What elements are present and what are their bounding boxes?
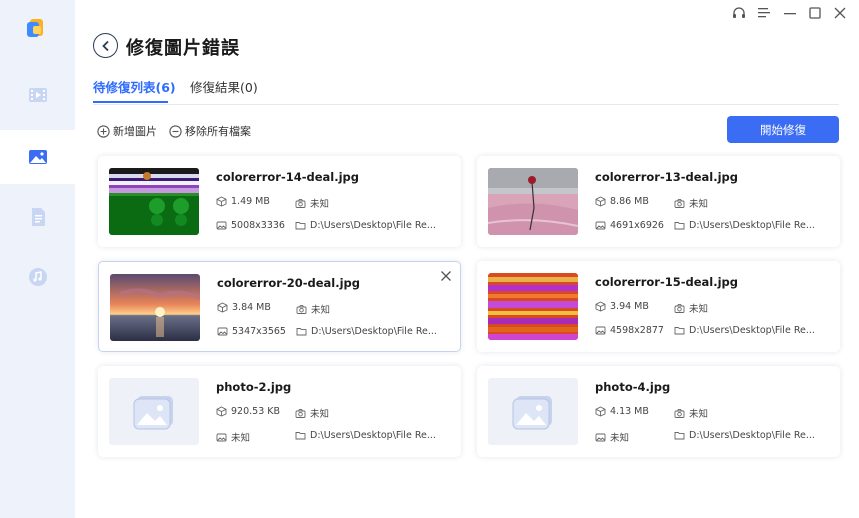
file-dimensions: 5347x3565 xyxy=(217,326,286,337)
file-dimensions: 4691x6926 xyxy=(595,220,664,231)
folder-icon xyxy=(674,327,685,335)
picture-icon xyxy=(217,327,228,336)
image-placeholder-icon xyxy=(133,395,173,429)
file-card[interactable]: colorerror-13-deal.jpg 8.86 MB 未知 4691x6… xyxy=(477,156,840,247)
remove-all-files-button[interactable]: 移除所有檔案 xyxy=(169,124,251,138)
camera-icon xyxy=(295,198,306,208)
file-thumbnail xyxy=(488,168,578,235)
start-repair-button[interactable]: 開始修復 xyxy=(727,116,839,143)
file-thumbnail xyxy=(110,274,200,341)
sidebar-item-image[interactable] xyxy=(0,130,75,184)
folder-icon xyxy=(674,222,685,230)
minimize-icon[interactable] xyxy=(782,5,798,21)
file-path: D:\Users\Desktop\File Re... xyxy=(674,430,815,441)
file-path: D:\Users\Desktop\File Re... xyxy=(295,430,436,441)
file-name: photo-2.jpg xyxy=(216,380,292,394)
file-camera: 未知 xyxy=(674,301,708,315)
file-camera: 未知 xyxy=(295,406,329,420)
file-camera: 未知 xyxy=(674,406,708,420)
tab-divider xyxy=(93,104,839,105)
active-tab-indicator xyxy=(93,101,168,103)
file-card[interactable]: photo-2.jpg 920.53 KB 未知 未知 D:\Users\Des… xyxy=(98,366,461,457)
cube-icon xyxy=(216,406,227,417)
folder-icon xyxy=(295,432,306,440)
file-name: colorerror-14-deal.jpg xyxy=(216,170,360,184)
picture-icon xyxy=(216,221,227,230)
file-name: photo-4.jpg xyxy=(595,380,671,394)
sidebar-item-music[interactable] xyxy=(0,250,75,304)
file-card[interactable]: colorerror-14-deal.jpg 1.49 MB 未知 5008x3… xyxy=(98,156,461,247)
tab-repair-results[interactable]: 修復結果(0) xyxy=(190,77,258,96)
cube-icon xyxy=(595,196,606,207)
file-camera: 未知 xyxy=(295,196,329,210)
add-image-label: 新增圖片 xyxy=(113,125,157,138)
file-size: 3.84 MB xyxy=(217,302,271,313)
file-name: colorerror-15-deal.jpg xyxy=(595,275,739,289)
plus-circle-icon xyxy=(97,124,110,138)
music-icon xyxy=(28,268,47,286)
picture-icon xyxy=(595,221,606,230)
sidebar-item-video[interactable] xyxy=(0,68,75,122)
picture-icon xyxy=(216,433,227,441)
app-logo-icon xyxy=(26,17,46,39)
chevron-left-icon xyxy=(101,40,109,51)
camera-icon xyxy=(674,408,685,418)
video-icon xyxy=(28,88,47,102)
page-title: 修復圖片錯誤 xyxy=(126,38,240,59)
maximize-icon[interactable] xyxy=(807,5,823,21)
file-thumbnail xyxy=(488,273,578,340)
file-size: 920.53 KB xyxy=(216,406,280,417)
file-card[interactable]: colorerror-15-deal.jpg 3.94 MB 未知 4598x2… xyxy=(477,261,840,352)
file-path: D:\Users\Desktop\File Re... xyxy=(295,220,436,231)
file-dimensions: 未知 xyxy=(595,430,629,444)
cube-icon xyxy=(595,406,606,417)
camera-icon xyxy=(296,304,307,314)
camera-icon xyxy=(295,408,306,418)
file-name: colorerror-13-deal.jpg xyxy=(595,170,739,184)
file-path: D:\Users\Desktop\File Re... xyxy=(296,326,437,337)
remove-file-icon[interactable] xyxy=(440,270,452,282)
menu-icon[interactable] xyxy=(756,5,772,21)
file-size: 8.86 MB xyxy=(595,196,649,207)
remove-all-label: 移除所有檔案 xyxy=(185,125,251,138)
file-path: D:\Users\Desktop\File Re... xyxy=(674,220,815,231)
folder-icon xyxy=(295,222,306,230)
close-window-icon[interactable] xyxy=(832,5,848,21)
picture-icon xyxy=(595,326,606,335)
file-size: 1.49 MB xyxy=(216,196,270,207)
file-thumbnail xyxy=(109,378,199,445)
support-headset-icon[interactable] xyxy=(731,5,747,21)
file-size: 4.13 MB xyxy=(595,406,649,417)
file-name: colorerror-20-deal.jpg xyxy=(217,276,361,290)
file-size: 3.94 MB xyxy=(595,301,649,312)
file-thumbnail xyxy=(109,168,199,235)
file-path: D:\Users\Desktop\File Re... xyxy=(674,325,815,336)
folder-icon xyxy=(674,432,685,440)
cube-icon xyxy=(217,302,228,313)
file-camera: 未知 xyxy=(674,196,708,210)
tab-pending-list[interactable]: 待修復列表(6) xyxy=(93,77,176,96)
camera-icon xyxy=(674,198,685,208)
cube-icon xyxy=(216,196,227,207)
sidebar-item-document[interactable] xyxy=(0,190,75,244)
document-icon xyxy=(31,208,45,226)
file-card[interactable]: colorerror-20-deal.jpg 3.84 MB 未知 5347x3… xyxy=(98,261,461,352)
file-dimensions: 4598x2877 xyxy=(595,325,664,336)
file-dimensions: 5008x3336 xyxy=(216,220,285,231)
folder-icon xyxy=(296,328,307,336)
back-button[interactable] xyxy=(93,33,118,58)
file-card[interactable]: photo-4.jpg 4.13 MB 未知 未知 D:\Users\Deskt… xyxy=(477,366,840,457)
image-placeholder-icon xyxy=(512,395,552,429)
picture-icon xyxy=(595,433,606,441)
file-dimensions: 未知 xyxy=(216,430,250,444)
minus-circle-icon xyxy=(169,124,182,138)
image-icon xyxy=(28,150,47,164)
file-thumbnail xyxy=(488,378,578,445)
sidebar xyxy=(0,0,75,518)
cube-icon xyxy=(595,301,606,312)
file-camera: 未知 xyxy=(296,302,330,316)
add-image-button[interactable]: 新增圖片 xyxy=(97,124,157,138)
camera-icon xyxy=(674,303,685,313)
